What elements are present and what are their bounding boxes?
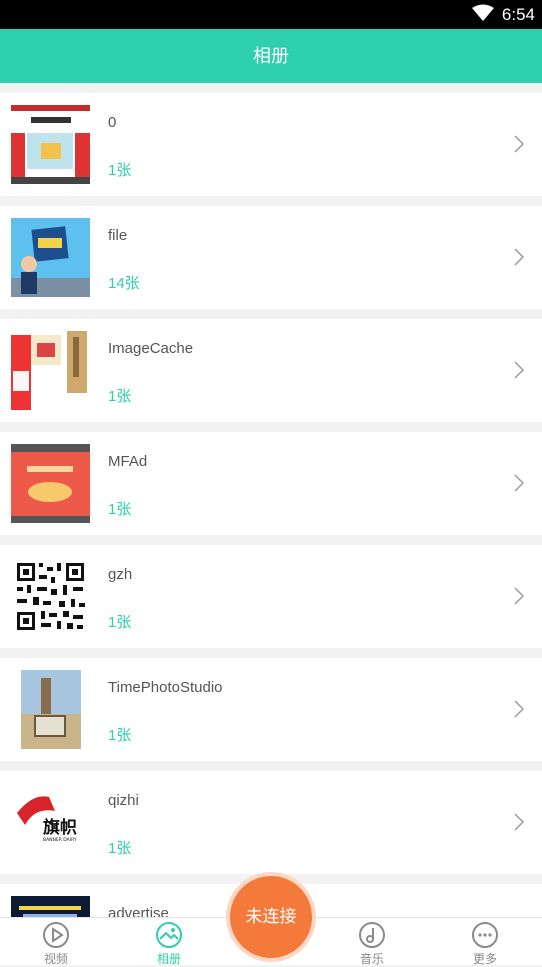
app-header: 相册 <box>0 29 542 83</box>
album-count: 1张 <box>108 162 132 179</box>
wifi-icon <box>472 4 494 27</box>
tab-video[interactable]: 视频 <box>16 918 96 966</box>
image-icon <box>156 922 182 948</box>
album-count: 1张 <box>108 501 132 518</box>
album-name: gzh <box>108 566 133 583</box>
chevron-right-icon <box>514 813 525 836</box>
album-thumbnail <box>11 105 90 184</box>
album-list[interactable]: 0 1张 file 14张 ImageCache 1张 MFAd 1张 gzh … <box>0 93 542 917</box>
album-count: 1张 <box>108 840 132 857</box>
tab-more[interactable]: 更多 <box>445 918 525 966</box>
album-row[interactable]: file 14张 <box>0 206 542 309</box>
album-row[interactable]: 0 1张 <box>0 93 542 196</box>
tab-label: 音乐 <box>359 952 384 966</box>
tab-album[interactable]: 相册 <box>129 918 209 966</box>
album-thumbnail <box>11 331 90 410</box>
album-count: 1张 <box>108 388 132 405</box>
music-note-icon <box>359 922 385 948</box>
more-icon <box>472 922 498 948</box>
album-thumbnail <box>11 896 90 917</box>
qizhi-logo-text: 旗帜 <box>43 817 77 838</box>
album-name: ImageCache <box>108 340 194 357</box>
album-thumbnail: 旗帜 BANNER DAIRY <box>11 783 90 862</box>
album-count: 1张 <box>108 614 132 631</box>
chevron-right-icon <box>514 587 525 610</box>
album-row[interactable]: ImageCache 1张 <box>0 319 542 422</box>
qizhi-logo-subtext: BANNER DAIRY <box>43 837 77 843</box>
album-row[interactable]: gzh 1张 <box>0 545 542 648</box>
album-name: TimePhotoStudio <box>108 679 223 696</box>
album-name: file <box>108 227 128 244</box>
album-count: 1张 <box>108 727 132 744</box>
tab-music[interactable]: 音乐 <box>332 918 412 966</box>
chevron-right-icon <box>514 474 525 497</box>
clock: 6:54 <box>501 5 535 24</box>
album-name: MFAd <box>108 453 148 470</box>
album-thumbnail <box>11 670 90 749</box>
album-row[interactable]: TimePhotoStudio 1张 <box>0 658 542 761</box>
album-count: 14张 <box>108 275 140 292</box>
album-name: 0 <box>108 114 117 131</box>
chevron-right-icon <box>514 700 525 723</box>
page-title: 相册 <box>253 46 289 66</box>
tab-label: 视频 <box>43 952 68 966</box>
play-circle-icon <box>43 922 69 948</box>
album-thumbnail <box>11 444 90 523</box>
chevron-right-icon <box>514 361 525 384</box>
album-row[interactable]: 旗帜 BANNER DAIRY qizhi 1张 <box>0 771 542 874</box>
album-row[interactable]: MFAd 1张 <box>0 432 542 535</box>
album-thumbnail <box>11 218 90 297</box>
status-bar: 6:54 <box>0 0 542 29</box>
chevron-right-icon <box>514 135 525 158</box>
connect-button[interactable]: 未连接 <box>230 876 312 958</box>
tab-label: 相册 <box>156 952 181 966</box>
album-thumbnail <box>11 557 90 636</box>
chevron-right-icon <box>514 248 525 271</box>
album-name: advertise <box>108 905 169 917</box>
tab-label: 更多 <box>472 952 497 966</box>
album-name: qizhi <box>108 792 139 809</box>
